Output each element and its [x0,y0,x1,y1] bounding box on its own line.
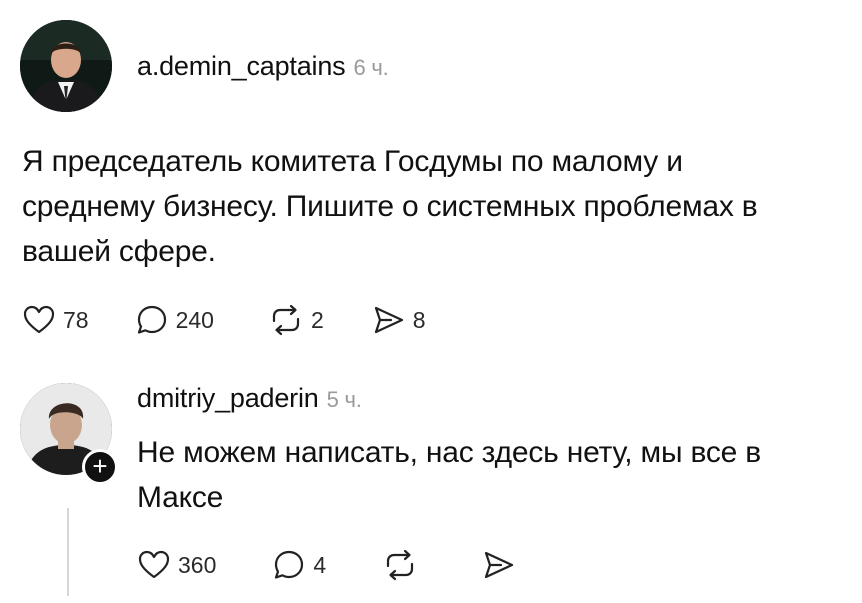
reply-timestamp: 5 ч. [326,387,362,412]
repost-icon [387,549,414,581]
post-action-bar: 78 240 2 8 [22,300,426,340]
reply-like-button[interactable]: 360 [137,549,216,581]
post-text: Я председатель комитета Госдумы по малом… [22,145,758,268]
follow-button[interactable]: + [82,449,118,485]
thread-line [67,508,69,596]
plus-icon: + [92,451,108,481]
share-count: 8 [412,306,426,333]
reply-repost-button[interactable] [382,548,418,582]
repost-count: 2 [310,306,324,333]
send-icon [485,551,514,579]
reply-text: Не можем написать, нас здесь нету, мы вс… [137,436,762,514]
send-icon [374,306,403,334]
share-button[interactable]: 8 [372,304,426,336]
author-username[interactable]: a.demin_captains [137,51,346,81]
repost-button[interactable]: 2 [268,303,324,337]
reply-button[interactable]: 240 [135,303,214,337]
like-button[interactable]: 78 [22,304,89,336]
reply-username-row: dmitriy_paderin 5 ч. [137,383,362,414]
reply-reply-button[interactable]: 4 [272,548,326,582]
reply-username[interactable]: dmitriy_paderin [137,383,319,413]
reply-like-count: 360 [178,551,217,578]
author-username-row: a.demin_captains 6 ч. [137,51,389,82]
reply-share-button[interactable] [482,549,516,581]
reply-action-bar: 360 4 [137,545,516,585]
reply-count: 240 [175,306,214,333]
post-timestamp: 6 ч. [353,55,389,80]
comment-bubble-icon [137,305,166,334]
heart-icon [23,305,55,334]
reply-reply-count: 4 [313,551,327,578]
repost-icon [272,304,300,336]
author-avatar[interactable] [20,20,112,112]
like-count: 78 [63,306,89,333]
comment-bubble-icon [275,550,304,579]
author-avatar-image [20,20,112,112]
heart-icon [138,550,170,579]
